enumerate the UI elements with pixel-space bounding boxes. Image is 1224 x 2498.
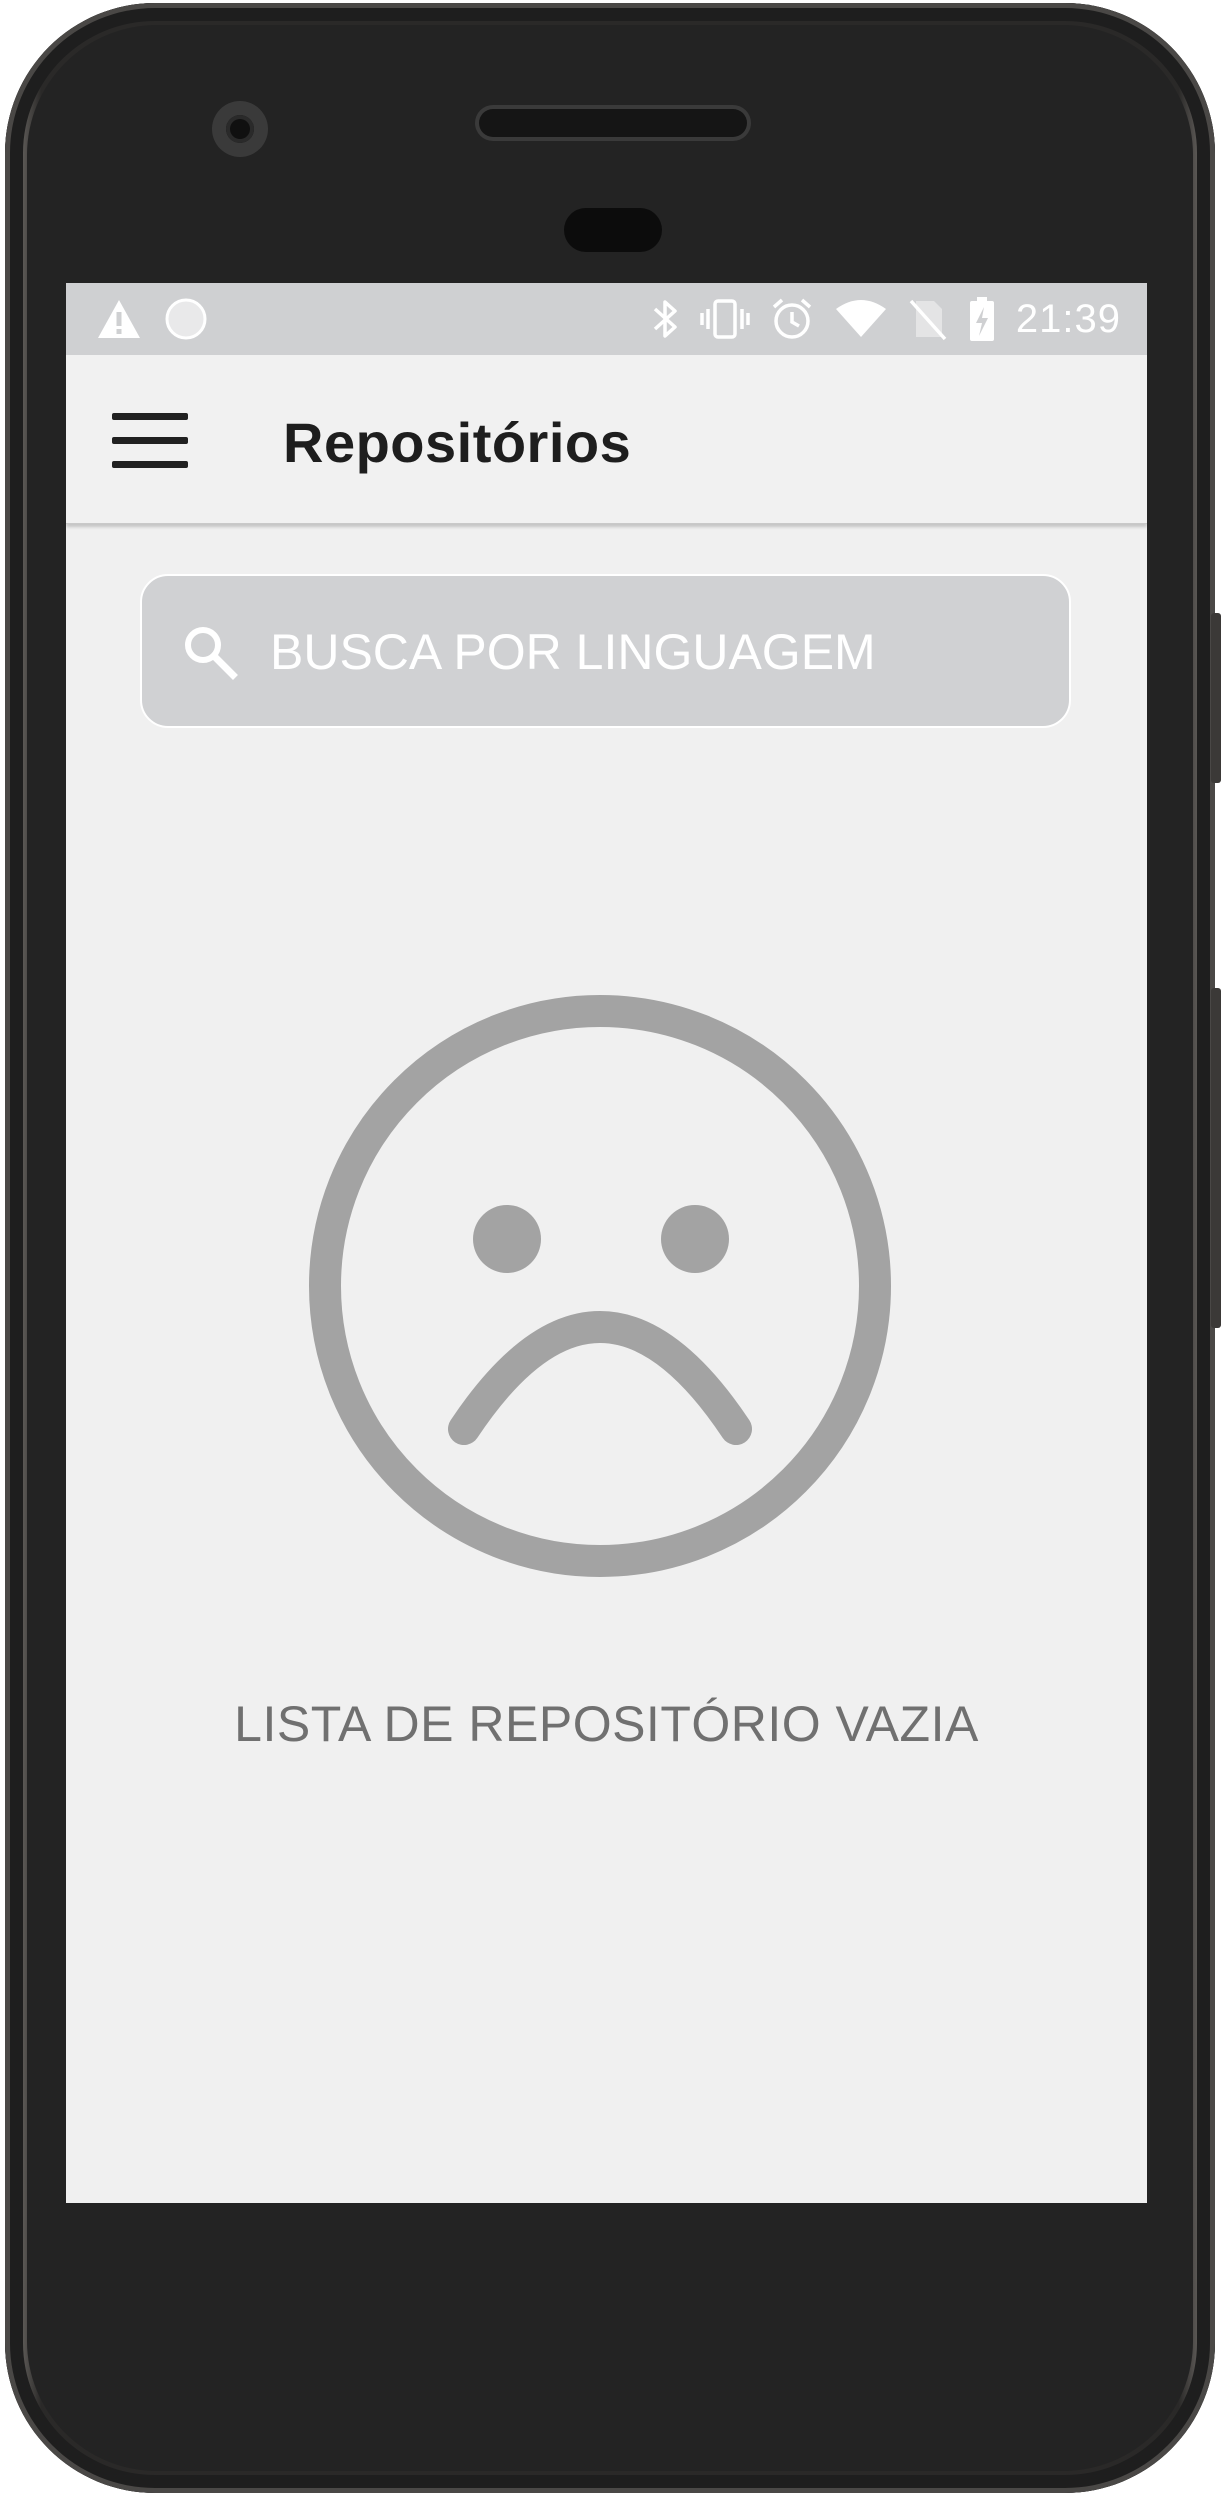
search-bar[interactable] [140, 574, 1071, 728]
status-bar: 21:39 [66, 283, 1147, 355]
battery-charging-icon [969, 297, 994, 341]
status-bar-notifications [96, 297, 208, 341]
status-bar-clock: 21:39 [1015, 296, 1121, 341]
no-sim-icon [909, 299, 947, 341]
alarm-icon [772, 298, 812, 339]
status-bar-system: 21:39 [650, 293, 1121, 345]
vibrate-icon [700, 299, 750, 339]
volume-button [1211, 988, 1221, 1328]
page-title: Repositórios [283, 411, 632, 474]
search-icon [185, 627, 238, 680]
front-camera [212, 101, 268, 157]
earpiece-speaker [479, 109, 747, 137]
bluetooth-icon [653, 300, 677, 338]
search-input[interactable] [270, 622, 1030, 682]
power-button [1211, 613, 1221, 783]
hamburger-menu-icon[interactable] [112, 411, 188, 471]
app-bar: Repositórios [66, 355, 1147, 524]
empty-state-message: LISTA DE REPOSITÓRIO VAZIA [234, 1696, 979, 1752]
app-screen: 21:39 Repositórios LISTA DE REPOSITÓRIO … [66, 283, 1147, 2203]
wifi-icon [835, 300, 886, 337]
warning-icon [98, 300, 140, 338]
sad-face-icon [309, 995, 891, 1577]
circle-notification-icon [165, 298, 207, 340]
proximity-sensor [564, 208, 662, 252]
